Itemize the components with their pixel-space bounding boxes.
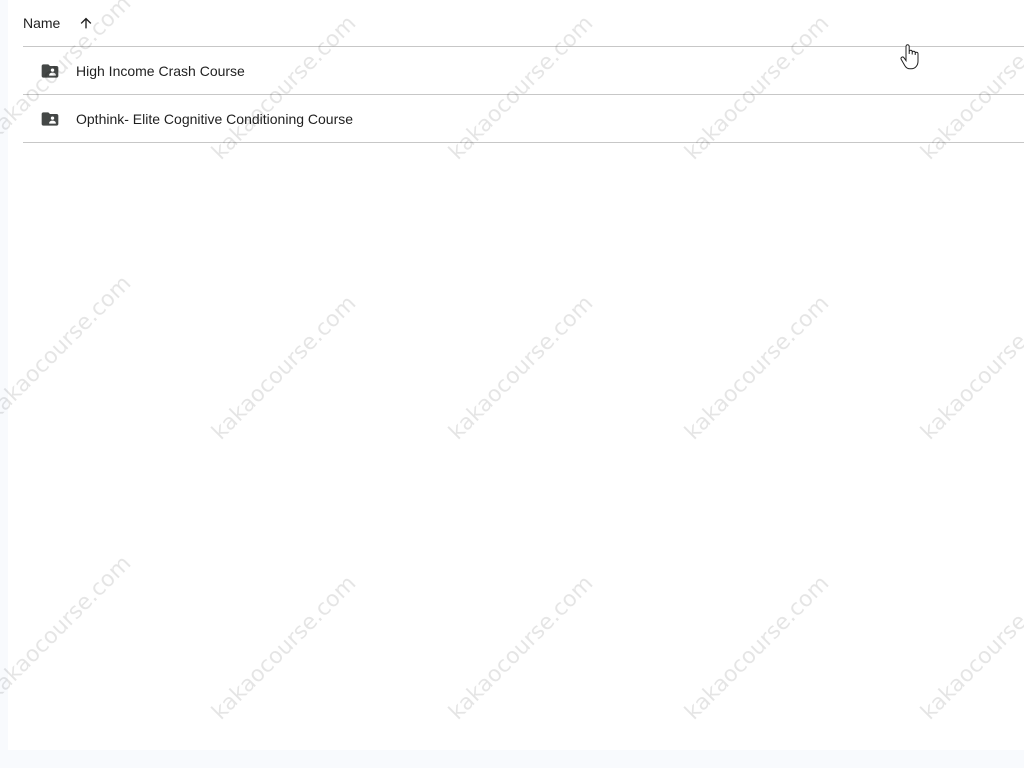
arrow-upward-icon	[81, 17, 92, 29]
folder-name: Opthink- Elite Cognitive Conditioning Co…	[76, 110, 354, 127]
list-header: Name	[23, 0, 1024, 47]
shared-folder-icon	[40, 109, 60, 129]
watermark: kakaocourse.com	[444, 571, 599, 725]
watermark: kakaocourse.com	[0, 271, 137, 425]
watermark: kakaocourse.com	[680, 291, 835, 445]
sort-ascending-button[interactable]	[74, 11, 98, 35]
watermark: kakaocourse.com	[207, 571, 362, 725]
watermark: kakaocourse.com	[680, 571, 835, 725]
list-item[interactable]: Opthink- Elite Cognitive Conditioning Co…	[23, 95, 1024, 143]
file-list-page: Name High Income Crash Course Opthink- E…	[0, 0, 1024, 768]
watermark: kakaocourse.com	[916, 291, 1024, 445]
watermark: kakaocourse.com	[916, 571, 1024, 725]
bottom-bar	[0, 750, 1024, 768]
folder-name: High Income Crash Course	[76, 62, 245, 79]
name-column-header[interactable]: Name	[23, 15, 60, 31]
hand-pointer-cursor-icon	[900, 44, 920, 70]
left-edge-panel	[0, 0, 8, 750]
list-item[interactable]: High Income Crash Course	[23, 47, 1024, 95]
watermark: kakaocourse.com	[207, 291, 362, 445]
watermark: kakaocourse.com	[0, 551, 137, 705]
watermark: kakaocourse.com	[444, 291, 599, 445]
shared-folder-icon	[40, 61, 60, 81]
file-list: Name High Income Crash Course Opthink- E…	[23, 0, 1024, 143]
